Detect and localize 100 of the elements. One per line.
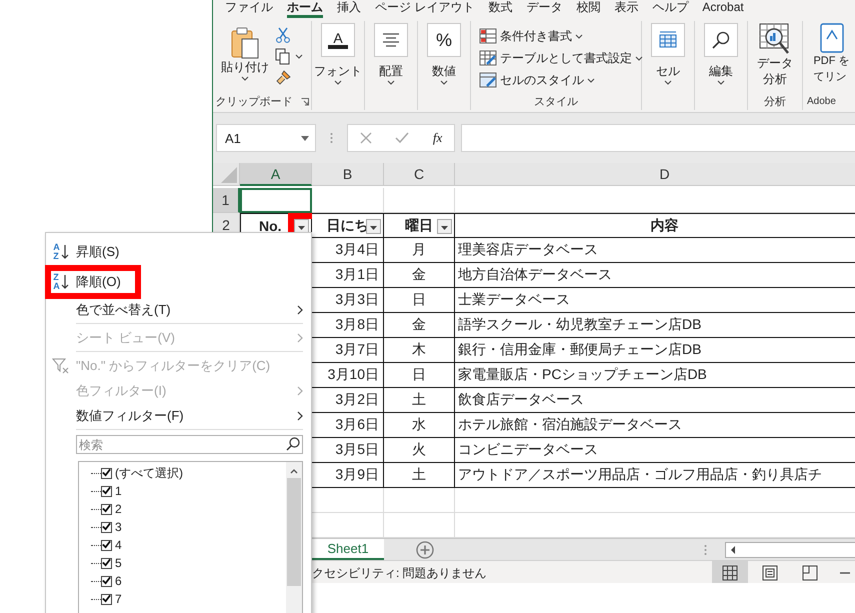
style-menu-button[interactable]: セルのスタイル bbox=[479, 70, 595, 90]
ribbon-button[interactable]: 配置 bbox=[365, 21, 417, 85]
ribbon-tab[interactable]: 校閲 bbox=[576, 0, 600, 18]
weekday-cell: 金 bbox=[412, 316, 426, 334]
group-label: 分析 bbox=[764, 95, 786, 109]
date-cell: 3月7日 bbox=[335, 341, 379, 359]
ribbon-tab[interactable]: ヘルプ bbox=[652, 0, 688, 18]
ribbon-button[interactable]: セル bbox=[642, 21, 694, 85]
checkbox[interactable] bbox=[101, 594, 112, 604]
caret-icon bbox=[587, 78, 595, 82]
horizontal-scrollbar[interactable] bbox=[725, 542, 855, 558]
caret-icon bbox=[441, 226, 448, 230]
style-menu-button[interactable]: テーブルとして書式設定 bbox=[479, 48, 643, 68]
dialog-launcher-icon[interactable] bbox=[300, 98, 308, 106]
sheet-tab[interactable]: Sheet1 bbox=[312, 538, 384, 560]
date-cell: 3月8日 bbox=[335, 316, 379, 334]
active-cell[interactable] bbox=[240, 188, 312, 213]
clear-filter-icon bbox=[52, 358, 70, 374]
align-icon bbox=[382, 32, 400, 48]
pdf-button[interactable]: PDF を てリン bbox=[809, 21, 850, 85]
column-header[interactable]: B bbox=[312, 163, 384, 186]
cells-icon bbox=[658, 31, 678, 49]
weekday-cell: 金 bbox=[412, 266, 426, 284]
grid-cell[interactable] bbox=[312, 188, 384, 213]
clipboard-icon bbox=[230, 27, 260, 59]
checkbox[interactable] bbox=[101, 540, 112, 550]
splitter-handle-icon[interactable] bbox=[704, 544, 707, 556]
checkbox[interactable] bbox=[101, 468, 112, 478]
value-label: 3 bbox=[115, 520, 122, 534]
menu-item[interactable]: 色で並べ替え(T) bbox=[46, 297, 311, 322]
content-cell: 家電量販店・PCショップチェーン店DB bbox=[458, 366, 707, 384]
ribbon-button[interactable]: % 数値 bbox=[418, 21, 470, 85]
column-header[interactable]: D bbox=[455, 163, 855, 186]
menu-item[interactable]: Z A 降順(O) bbox=[46, 267, 311, 296]
copy-icon[interactable] bbox=[275, 48, 291, 65]
caret-icon bbox=[370, 226, 377, 230]
menu-item[interactable]: 数値フィルター(F) bbox=[46, 403, 311, 428]
search-icon bbox=[286, 437, 300, 451]
check-icon[interactable] bbox=[395, 132, 410, 144]
content-cell: 銀行・信用金庫・郵便局チェーン店DB bbox=[458, 341, 702, 359]
ribbon-button[interactable]: 編集 bbox=[695, 21, 747, 85]
search-icon bbox=[711, 30, 731, 50]
ribbon-tab[interactable]: Acrobat bbox=[702, 0, 744, 18]
data-analysis-button[interactable]: データ 分析 bbox=[757, 21, 793, 87]
grid-cell[interactable] bbox=[384, 488, 455, 513]
checkbox[interactable] bbox=[101, 486, 112, 496]
ribbon-tab[interactable]: 数式 bbox=[488, 0, 512, 18]
underline-bar-icon bbox=[328, 45, 348, 49]
content-cell: アウトドア／スポーツ用品店・ゴルフ用品店・釣り具店チ bbox=[458, 466, 822, 484]
style-menu-button[interactable]: 条件付き書式 bbox=[479, 26, 583, 46]
caret-icon bbox=[664, 80, 672, 85]
paste-button[interactable]: 貼り付け bbox=[221, 21, 269, 81]
content-cell: 飲食店データベース bbox=[458, 391, 584, 409]
grid-cell[interactable] bbox=[384, 513, 455, 538]
column-header[interactable]: C bbox=[384, 163, 455, 186]
add-sheet-icon[interactable] bbox=[416, 540, 434, 558]
content-cell: 地方自治体データベース bbox=[458, 266, 612, 284]
brush-icon[interactable] bbox=[275, 70, 291, 86]
grid-view-icon bbox=[722, 565, 738, 581]
scroll-up-icon[interactable] bbox=[290, 468, 298, 474]
checkbox[interactable] bbox=[101, 522, 112, 532]
caret-icon bbox=[635, 56, 643, 60]
vertical-scrollbar[interactable] bbox=[286, 462, 302, 613]
page-break-icon bbox=[802, 565, 818, 581]
content-cell: 士業データベース bbox=[458, 291, 570, 309]
value-label: 5 bbox=[115, 556, 122, 570]
group-label: Adobe bbox=[807, 96, 836, 107]
ribbon-tab[interactable]: 挿入 bbox=[337, 0, 361, 18]
filter-dropdown-button[interactable] bbox=[366, 219, 381, 234]
menu-item[interactable]: A Z 昇順(S) bbox=[46, 237, 311, 266]
header-cell: 内容 bbox=[650, 216, 678, 234]
grid-cell[interactable] bbox=[312, 488, 384, 513]
insert-function-button[interactable]: fx bbox=[432, 130, 442, 146]
grid-cell[interactable] bbox=[384, 188, 455, 213]
scroll-thumb[interactable] bbox=[287, 478, 301, 586]
ribbon-tab[interactable]: ページ レイアウト bbox=[375, 0, 474, 18]
caret-icon bbox=[717, 80, 725, 85]
date-cell: 3月4日 bbox=[335, 241, 379, 259]
formula-input[interactable] bbox=[461, 124, 855, 152]
grid-cell[interactable] bbox=[312, 513, 384, 538]
view-button[interactable] bbox=[712, 561, 748, 583]
ribbon-tab[interactable]: 表示 bbox=[614, 0, 638, 18]
search-field[interactable]: 検索 bbox=[76, 435, 303, 454]
ribbon-tab[interactable]: ファイル bbox=[225, 0, 273, 18]
content-cell: 語学スクール・幼児教室チェーン店DB bbox=[458, 316, 702, 334]
value-label: 6 bbox=[115, 574, 122, 588]
ribbon-button[interactable]: A フォント bbox=[312, 21, 364, 85]
checkbox[interactable] bbox=[101, 576, 112, 586]
ribbon-tab[interactable]: データ bbox=[526, 0, 562, 18]
weekday-cell: 水 bbox=[412, 416, 426, 434]
filter-dropdown-button[interactable] bbox=[437, 219, 452, 234]
column-header[interactable]: A bbox=[240, 163, 312, 186]
name-box[interactable]: A1 bbox=[216, 124, 316, 152]
date-cell: 3月6日 bbox=[335, 416, 379, 434]
caret-icon[interactable] bbox=[295, 54, 303, 59]
checkbox[interactable] bbox=[101, 504, 112, 514]
scissors-icon[interactable] bbox=[275, 27, 291, 43]
date-cell: 3月3日 bbox=[335, 291, 379, 309]
row-header[interactable]: 1 bbox=[213, 188, 240, 213]
checkbox[interactable] bbox=[101, 558, 112, 568]
